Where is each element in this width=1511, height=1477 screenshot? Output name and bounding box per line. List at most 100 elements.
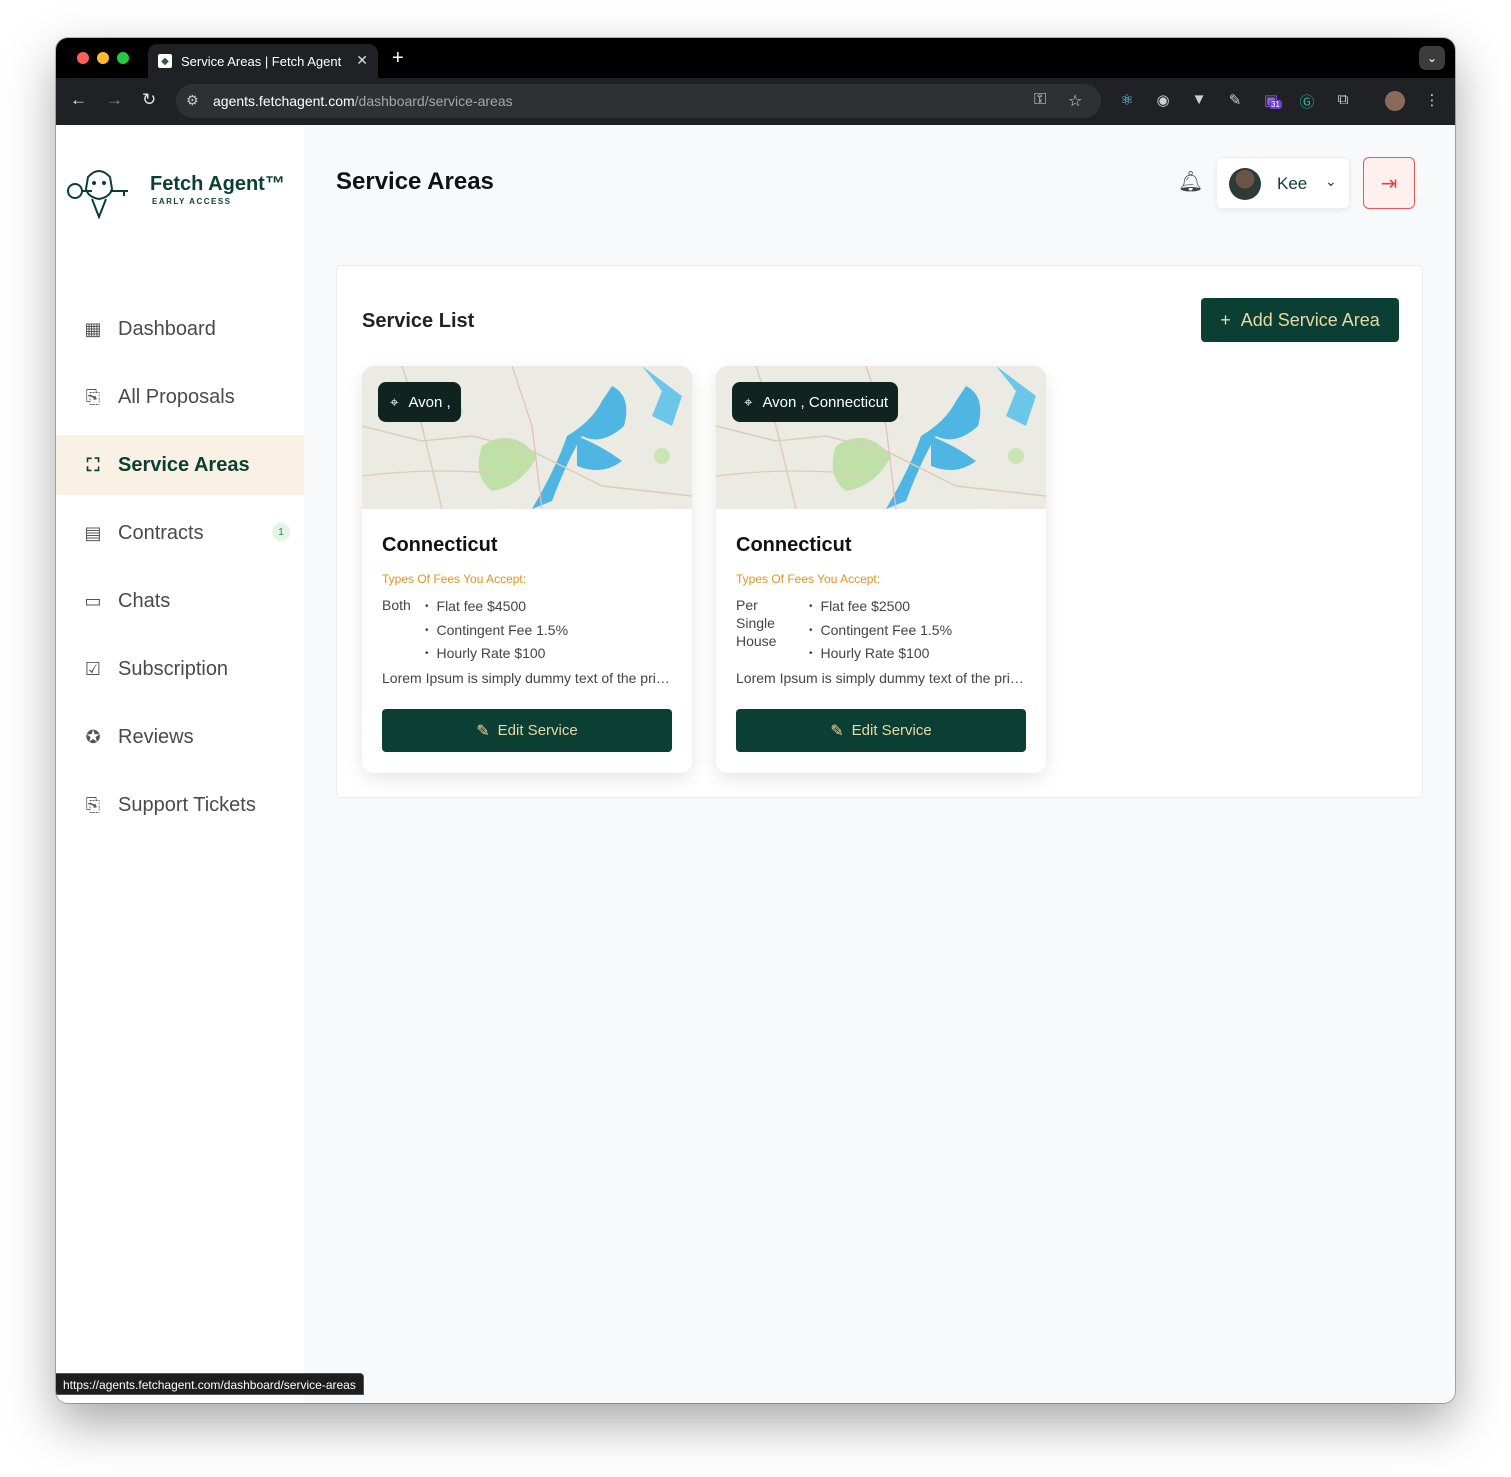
forward-icon[interactable]: → bbox=[106, 90, 123, 110]
app-content: Fetch Agent™ EARLY ACCESS ▦ Dashboard ⎘ … bbox=[56, 125, 1455, 1403]
chat-icon: ▭ bbox=[84, 590, 102, 611]
star-icon: ✪ bbox=[85, 726, 101, 747]
fee-item: Contingent Fee 1.5% bbox=[425, 620, 569, 644]
sidebar-item-label: Dashboard bbox=[118, 317, 216, 340]
extension-vue-icon[interactable]: ▼ bbox=[1189, 91, 1209, 111]
sidebar-item-label: Reviews bbox=[118, 725, 194, 748]
sidebar-item-service-areas[interactable]: ⛶ Service Areas bbox=[56, 435, 304, 495]
sidebar-item-subscription[interactable]: ☑ Subscription bbox=[56, 639, 304, 699]
edit-service-label: Edit Service bbox=[497, 722, 578, 739]
add-service-area-label: Add Service Area bbox=[1240, 309, 1380, 330]
service-list-panel: Service List + Add Service Area ⌖ Avon ,… bbox=[336, 265, 1423, 798]
map-thumbnail: ⌖ Avon , Connecticut bbox=[716, 366, 1046, 509]
fee-item: Contingent Fee 1.5% bbox=[809, 620, 953, 644]
sidebar-item-all-proposals[interactable]: ⎘ All Proposals bbox=[56, 367, 304, 427]
color-picker-icon[interactable]: ✎ bbox=[1225, 91, 1245, 111]
pencil-icon: ✎ bbox=[476, 722, 490, 740]
sidebar-item-label: Support Tickets bbox=[118, 793, 256, 816]
brand-name: Fetch Agent™ bbox=[150, 173, 285, 195]
chevron-down-icon: ⌄ bbox=[1325, 173, 1337, 189]
minimize-window-button[interactable] bbox=[97, 52, 109, 64]
close-tab-icon[interactable]: ✕ bbox=[356, 52, 368, 69]
panel-title: Service List bbox=[362, 310, 475, 332]
sidebar-item-chats[interactable]: ▭ Chats bbox=[56, 571, 304, 631]
plus-icon: + bbox=[1220, 309, 1231, 330]
browser-menu-icon[interactable]: ⋮ bbox=[1422, 91, 1442, 111]
user-menu[interactable]: Kee ⌄ bbox=[1216, 157, 1350, 209]
tab-title: Service Areas | Fetch Agent bbox=[181, 53, 342, 69]
bookmark-star-icon[interactable]: ☆ bbox=[1068, 91, 1082, 111]
link-status-bar: https://agents.fetchagent.com/dashboard/… bbox=[56, 1373, 364, 1395]
notification-bell-icon[interactable]: 🔔︎ bbox=[1178, 169, 1203, 194]
location-badge: ⌖ Avon , bbox=[378, 382, 461, 422]
brand-logo[interactable]: Fetch Agent™ EARLY ACCESS bbox=[66, 165, 296, 221]
favicon-icon: ◆ bbox=[158, 54, 172, 68]
checkbox-icon: ☑ bbox=[84, 658, 102, 679]
service-card: ⌖ Avon , Connecticut Types Of Fees You A… bbox=[362, 366, 692, 773]
map-pin-icon: ⌖ bbox=[390, 393, 399, 411]
fee-type: Per Single House bbox=[736, 597, 777, 649]
service-description: Lorem Ipsum is simply dummy text of the … bbox=[736, 670, 1026, 686]
sidebar-item-label: Subscription bbox=[118, 657, 229, 680]
service-description: Lorem Ipsum is simply dummy text of the … bbox=[382, 670, 672, 686]
profile-avatar-icon[interactable] bbox=[1385, 91, 1405, 111]
ticket-icon: ⎘ bbox=[85, 794, 101, 815]
calendar-extension-icon[interactable]: ▣31 bbox=[1261, 91, 1282, 111]
page-title: Service Areas bbox=[336, 168, 494, 195]
browser-tab[interactable]: ◆ Service Areas | Fetch Agent ✕ bbox=[148, 44, 378, 78]
tab-bar: ◆ Service Areas | Fetch Agent ✕ + ⌄ bbox=[56, 38, 1455, 78]
react-devtools-icon[interactable]: ⚛ bbox=[1117, 91, 1137, 111]
service-card: ⌖ Avon , Connecticut Connecticut Types O… bbox=[716, 366, 1046, 773]
user-name: Kee bbox=[1277, 174, 1308, 193]
location-badge: ⌖ Avon , Connecticut bbox=[732, 382, 899, 422]
edit-service-button[interactable]: ✎ Edit Service bbox=[736, 709, 1026, 752]
sidebar-item-label: All Proposals bbox=[118, 385, 235, 408]
password-key-icon[interactable]: ⚿ bbox=[1034, 91, 1046, 109]
dog-logo-icon bbox=[67, 170, 128, 219]
fees-label: Types Of Fees You Accept: bbox=[382, 572, 527, 586]
url-text: agents.fetchagent.com/dashboard/service-… bbox=[213, 93, 513, 109]
fee-type: Both bbox=[382, 597, 411, 613]
map-thumbnail: ⌖ Avon , bbox=[362, 366, 692, 509]
grid-icon: ▦ bbox=[84, 318, 102, 339]
sidebar-item-label: Chats bbox=[118, 589, 171, 612]
browser-toolbar: ← → ↻ ⚙ agents.fetchagent.com/dashboard/… bbox=[56, 78, 1455, 125]
calendar-extension-badge: 31 bbox=[1269, 100, 1282, 109]
logout-icon: ⇥ bbox=[1380, 172, 1398, 195]
maximize-window-button[interactable] bbox=[117, 52, 129, 64]
extensions-puzzle-icon[interactable]: ⧉ bbox=[1333, 91, 1353, 111]
pencil-icon: ✎ bbox=[830, 722, 844, 740]
sidebar-item-label: Service Areas bbox=[118, 453, 250, 476]
location-text: Avon , Connecticut bbox=[762, 393, 889, 411]
fee-list: Flat fee $4500 Contingent Fee 1.5% Hourl… bbox=[425, 596, 569, 667]
contracts-count-badge: 1 bbox=[272, 523, 290, 541]
back-icon[interactable]: ← bbox=[70, 90, 87, 110]
reload-icon[interactable]: ↻ bbox=[142, 90, 156, 110]
fees-label: Types Of Fees You Accept: bbox=[736, 572, 881, 586]
close-window-button[interactable] bbox=[77, 52, 89, 64]
map-pin-icon: ⌖ bbox=[744, 393, 753, 411]
card-title: Connecticut bbox=[736, 534, 852, 556]
fee-item: Hourly Rate $100 bbox=[809, 643, 952, 667]
sidebar-item-label: Contracts bbox=[118, 521, 204, 544]
extension-angular-icon[interactable]: ◉ bbox=[1153, 91, 1173, 111]
sidebar-item-support-tickets[interactable]: ⎘ Support Tickets bbox=[56, 775, 304, 835]
fee-list: Flat fee $2500 Contingent Fee 1.5% Hourl… bbox=[809, 596, 953, 667]
sidebar-item-reviews[interactable]: ✪ Reviews bbox=[56, 707, 304, 767]
proposal-icon: ⎘ bbox=[85, 386, 101, 407]
sidebar-item-contracts[interactable]: ▤ Contracts 1 bbox=[56, 503, 304, 563]
tab-search-button[interactable]: ⌄ bbox=[1419, 46, 1445, 70]
brand-subtitle: EARLY ACCESS bbox=[152, 197, 232, 206]
browser-window: ◆ Service Areas | Fetch Agent ✕ + ⌄ ← → … bbox=[56, 38, 1455, 1403]
new-tab-button[interactable]: + bbox=[392, 47, 404, 70]
sidebar-item-dashboard[interactable]: ▦ Dashboard bbox=[56, 299, 304, 359]
fee-item: Hourly Rate $100 bbox=[425, 643, 568, 667]
site-settings-icon[interactable]: ⚙ bbox=[186, 92, 199, 109]
contract-icon: ▤ bbox=[84, 522, 102, 543]
logout-button[interactable]: ⇥ bbox=[1363, 157, 1415, 209]
edit-service-button[interactable]: ✎ Edit Service bbox=[382, 709, 672, 752]
address-bar[interactable]: ⚙ agents.fetchagent.com/dashboard/servic… bbox=[176, 84, 1101, 118]
grammarly-icon[interactable]: Ⓖ bbox=[1297, 91, 1317, 111]
add-service-area-button[interactable]: + Add Service Area bbox=[1201, 298, 1399, 342]
sidebar: Fetch Agent™ EARLY ACCESS ▦ Dashboard ⎘ … bbox=[56, 125, 304, 1403]
